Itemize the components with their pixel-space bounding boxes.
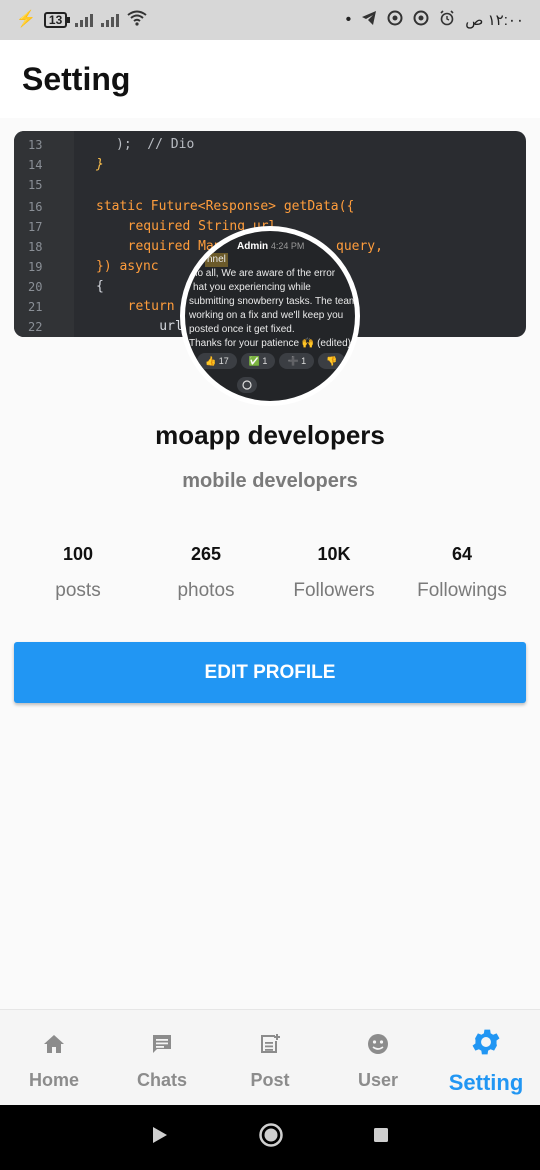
app-bar: Setting [0,40,540,118]
back-icon[interactable] [150,1125,170,1150]
page-title: Setting [22,60,131,97]
chat-icon [151,1030,173,1058]
home-circle-icon[interactable] [258,1122,284,1153]
post-add-icon [259,1030,281,1058]
nav-label: Setting [448,1070,524,1095]
nav-item-user[interactable]: User [324,1010,432,1105]
stat-value: 265 [190,544,222,564]
profile-bio: mobile developers [182,470,358,492]
stat-followers[interactable]: 10K Followers [270,540,398,602]
stat-label: Followers [293,580,375,601]
status-time: ١٢:٠٠ ص [465,12,524,29]
reaction-chip: ✅ 1 [240,353,276,369]
reaction-chip: 👎 [318,353,346,369]
avatar-channel-tag: nnel [205,253,228,267]
recents-icon[interactable] [372,1126,390,1149]
avatar-message-line: llo all, We are aware of the error [193,268,336,279]
user-icon [367,1030,389,1058]
avatar-message-line: submitting snowberry tasks. The team [189,296,358,307]
stat-label: photos [177,580,235,601]
avatar-message-line: hat you experiencing while [193,282,311,293]
stat-value: 10K [317,544,351,564]
edit-profile-button[interactable]: EDIT PROFILE [14,642,526,703]
nav-item-post[interactable]: Post [216,1010,324,1105]
charging-icon: ⚡ [16,11,36,28]
nav-label: User [357,1070,399,1090]
avatar-message-line: Thanks for your patience 🙌 (edited) [189,338,351,349]
avatar-reactions: 👍 17 ✅ 1 ➕ 1 👎 [197,353,346,369]
stat-value: 100 [62,544,94,564]
stat-label: Followings [417,580,507,601]
nav-label: Post [250,1070,290,1090]
stats-row: 100 posts 265 photos 10K Followers 64 Fo… [14,540,526,602]
code-gutter [14,131,74,337]
wifi-icon [127,10,147,30]
gear-icon [469,1024,503,1060]
nav-item-setting[interactable]: Setting [432,1010,540,1105]
reaction-chip: ➕ 1 [279,353,315,369]
nav-item-chats[interactable]: Chats [108,1010,216,1105]
add-reaction-icon [237,377,257,398]
profile-name: moapp developers [155,420,385,450]
stat-posts[interactable]: 100 posts [14,540,142,602]
notification-icon [387,10,403,30]
nav-item-home[interactable]: Home [0,1010,108,1105]
system-nav-bar [0,1105,540,1170]
battery-icon: 13 [43,12,71,28]
telegram-icon [361,10,377,30]
stat-label: posts [55,580,101,601]
avatar-message-line: working on a fix and we'll keep you [189,310,344,321]
avatar[interactable]: Admin 4:24 PM nnel llo all, We are aware… [180,226,360,406]
bottom-nav: Home Chats Post User Setting [0,1009,540,1105]
stat-photos[interactable]: 265 photos [142,540,270,602]
nav-label: Chats [136,1070,187,1090]
alarm-icon [439,10,455,30]
battery-level: 13 [48,13,63,27]
stat-followings[interactable]: 64 Followings [398,540,526,602]
dot-icon: • [345,11,352,28]
signal-icon [75,13,94,27]
notification-icon-2 [413,10,429,30]
status-bar: ⚡ 13 • ١٢:٠٠ ص [0,0,540,40]
signal-icon-2 [101,13,120,27]
nav-label: Home [28,1070,79,1090]
avatar-message-line: posted once it get fixed. [189,324,295,335]
stat-value: 64 [451,544,473,564]
home-icon [43,1030,65,1058]
avatar-sender: Admin 4:24 PM [237,241,305,252]
reaction-chip: 👍 17 [197,353,237,369]
